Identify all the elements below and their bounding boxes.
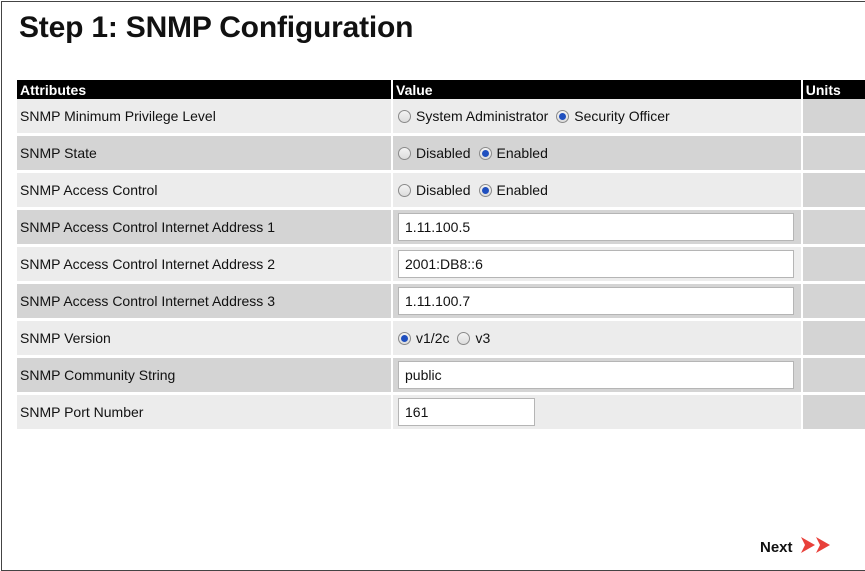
page-title: Step 1: SNMP Configuration: [19, 11, 414, 44]
radio-state-enabled[interactable]: [478, 146, 492, 160]
table-header-row: Attributes Value Units: [17, 80, 865, 99]
units-cell: [801, 245, 865, 284]
units-cell: [801, 319, 865, 358]
units-cell: [801, 171, 865, 210]
table-row: SNMP Community String: [17, 356, 865, 395]
radio-security-officer[interactable]: [556, 109, 570, 123]
radio-system-administrator[interactable]: [398, 109, 412, 123]
table-row: SNMP Version v1/2c v3: [17, 319, 865, 358]
attr-label: SNMP Port Number: [17, 393, 394, 432]
attr-label: SNMP Access Control: [17, 171, 394, 210]
units-cell: [801, 208, 865, 247]
version-radio-group: v1/2c v3: [398, 330, 801, 346]
radio-label: Disabled: [416, 145, 471, 161]
min-privilege-radio-group: System Administrator Security Officer: [398, 108, 801, 124]
header-value: Value: [392, 80, 803, 99]
radio-label: v3: [475, 330, 491, 346]
units-cell: [801, 99, 865, 136]
units-cell: [801, 356, 865, 395]
table-row: SNMP Port Number: [17, 393, 865, 432]
attr-label: SNMP Access Control Internet Address 2: [17, 245, 394, 284]
attr-label: SNMP State: [17, 134, 394, 173]
table-row: SNMP Access Control Internet Address 2: [17, 245, 865, 284]
radio-label: Disabled: [416, 182, 471, 198]
attr-label: SNMP Access Control Internet Address 3: [17, 282, 394, 321]
radio-label: Enabled: [496, 182, 548, 198]
radio-access-control-disabled[interactable]: [398, 183, 412, 197]
table-row: SNMP Access Control Disabled Enabled: [17, 171, 865, 210]
radio-label: System Administrator: [416, 108, 549, 124]
radio-label: Enabled: [496, 145, 548, 161]
units-cell: [801, 282, 865, 321]
access-control-address-1-input[interactable]: [398, 213, 795, 241]
radio-version-v1-2c[interactable]: [398, 331, 412, 345]
double-chevron-right-icon: [793, 537, 835, 557]
attr-label: SNMP Minimum Privilege Level: [17, 99, 394, 136]
next-button[interactable]: Next: [760, 537, 835, 557]
table-row: SNMP Minimum Privilege Level System Admi…: [17, 99, 865, 136]
next-label: Next: [760, 538, 793, 556]
header-units: Units: [801, 80, 865, 99]
snmp-config-table: Attributes Value Units SNMP Minimum Priv…: [17, 80, 865, 432]
table-row: SNMP Access Control Internet Address 1: [17, 208, 865, 247]
state-radio-group: Disabled Enabled: [398, 145, 801, 161]
table-row: SNMP State Disabled Enabled: [17, 134, 865, 173]
attr-label: SNMP Access Control Internet Address 1: [17, 208, 394, 247]
community-string-input[interactable]: [398, 361, 795, 389]
radio-access-control-enabled[interactable]: [478, 183, 492, 197]
attr-label: SNMP Version: [17, 319, 394, 358]
access-control-radio-group: Disabled Enabled: [398, 182, 801, 198]
units-cell: [801, 134, 865, 173]
radio-label: v1/2c: [416, 330, 450, 346]
attr-label: SNMP Community String: [17, 356, 394, 395]
radio-label: Security Officer: [574, 108, 670, 124]
radio-state-disabled[interactable]: [398, 146, 412, 160]
access-control-address-3-input[interactable]: [398, 287, 795, 315]
header-attributes: Attributes: [17, 80, 394, 99]
port-number-input[interactable]: [398, 398, 536, 426]
units-cell: [801, 393, 865, 432]
access-control-address-2-input[interactable]: [398, 250, 795, 278]
table-row: SNMP Access Control Internet Address 3: [17, 282, 865, 321]
radio-version-v3[interactable]: [457, 331, 471, 345]
